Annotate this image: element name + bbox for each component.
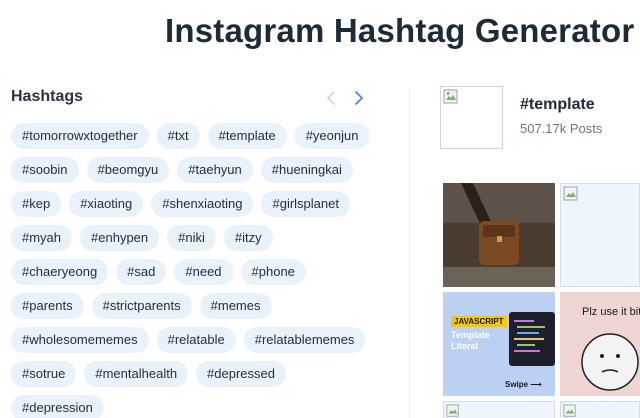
- broken-image-icon: [446, 404, 459, 417]
- hashtag-chip[interactable]: #phone: [240, 259, 306, 285]
- hashtag-chip[interactable]: #itzy: [223, 225, 273, 251]
- hashtag-chip[interactable]: #sotrue: [11, 361, 77, 387]
- chevron-left-icon[interactable]: [324, 90, 340, 106]
- tag-detail-panel: #template 507.17k Posts JAVASCRIPT Templ…: [440, 86, 640, 418]
- hashtag-chip[interactable]: #shenxiaoting: [151, 191, 254, 217]
- hashtag-chip[interactable]: #mentalhealth: [84, 361, 189, 387]
- post-thumbnail[interactable]: [560, 183, 640, 287]
- hashtag-chip[interactable]: #relatable: [156, 327, 236, 353]
- hashtag-chip[interactable]: #template: [207, 123, 287, 149]
- hashtag-chip[interactable]: #need: [174, 259, 233, 285]
- hashtag-chip[interactable]: #sad: [116, 259, 167, 285]
- post-thumbnail[interactable]: JAVASCRIPT Template Literal Swipe ⟶: [443, 292, 555, 396]
- hashtag-list: #tomorrowxtogether #txt #template #yeonjun #…: [11, 123, 376, 418]
- broken-image-icon: [563, 404, 576, 417]
- tag-image: [440, 86, 503, 149]
- meme-face-icon: [581, 333, 639, 391]
- hashtag-chip[interactable]: #myah: [11, 225, 73, 251]
- hashtag-chip[interactable]: #enhypen: [80, 225, 160, 251]
- hashtag-chip[interactable]: #memes: [199, 293, 272, 319]
- hashtag-chip[interactable]: #yeonjun: [294, 123, 370, 149]
- post-count: 507.17k Posts: [520, 121, 603, 136]
- hashtag-chip[interactable]: #parents: [11, 293, 84, 319]
- post-thumbnail[interactable]: Plz use it bit: [560, 292, 640, 396]
- post-card-subtitle-line: Template: [451, 330, 490, 340]
- hashtags-heading: Hashtags: [11, 88, 84, 105]
- post-card-subtitle: Template Literal: [451, 330, 490, 352]
- chevron-right-icon[interactable]: [350, 90, 366, 106]
- hashtag-chip[interactable]: #kep: [11, 191, 62, 217]
- post-thumbnail[interactable]: [443, 401, 555, 418]
- hashtag-chip[interactable]: #chaeryeong: [11, 259, 109, 285]
- broken-image-icon: [563, 186, 578, 201]
- broken-image-icon: [443, 89, 458, 104]
- page-title: Instagram Hashtag Generator: [165, 12, 635, 49]
- hashtag-chip[interactable]: #wholesomememes: [11, 327, 149, 353]
- post-thumbnail[interactable]: [443, 183, 555, 287]
- hashtag-chip[interactable]: #taehyun: [177, 157, 253, 183]
- hashtag-chip[interactable]: #depression: [11, 395, 104, 418]
- hashtag-chip[interactable]: #strictparents: [91, 293, 192, 319]
- tag-name: #template: [520, 96, 595, 113]
- swipe-label: Swipe ⟶: [505, 380, 542, 389]
- hashtag-chip[interactable]: #relatablememes: [243, 327, 366, 353]
- hashtags-panel: Hashtags #tomorrowxtogether #txt #template…: [0, 78, 380, 418]
- swipe-text: Swipe: [505, 380, 529, 389]
- hashtag-chip[interactable]: #xiaoting: [69, 191, 144, 217]
- hashtag-chip[interactable]: #hueningkai: [260, 157, 353, 183]
- hashtag-chip[interactable]: #soobin: [11, 157, 79, 183]
- hashtag-chip[interactable]: #tomorrowxtogether: [11, 123, 149, 149]
- hashtag-chip[interactable]: #depressed: [196, 361, 286, 387]
- hashtag-chip[interactable]: #girlsplanet: [261, 191, 350, 217]
- hashtag-chip[interactable]: #niki: [167, 225, 216, 251]
- code-preview: [509, 312, 555, 366]
- divider: [409, 88, 410, 418]
- hashtag-chip[interactable]: #txt: [156, 123, 200, 149]
- post-thumbnail[interactable]: [560, 401, 640, 418]
- post-card-title: JAVASCRIPT: [451, 316, 507, 327]
- arrow-right-icon: ⟶: [530, 380, 542, 389]
- hashtag-chip[interactable]: #beomgyu: [86, 157, 170, 183]
- post-card-subtitle-line: Literal: [451, 341, 479, 351]
